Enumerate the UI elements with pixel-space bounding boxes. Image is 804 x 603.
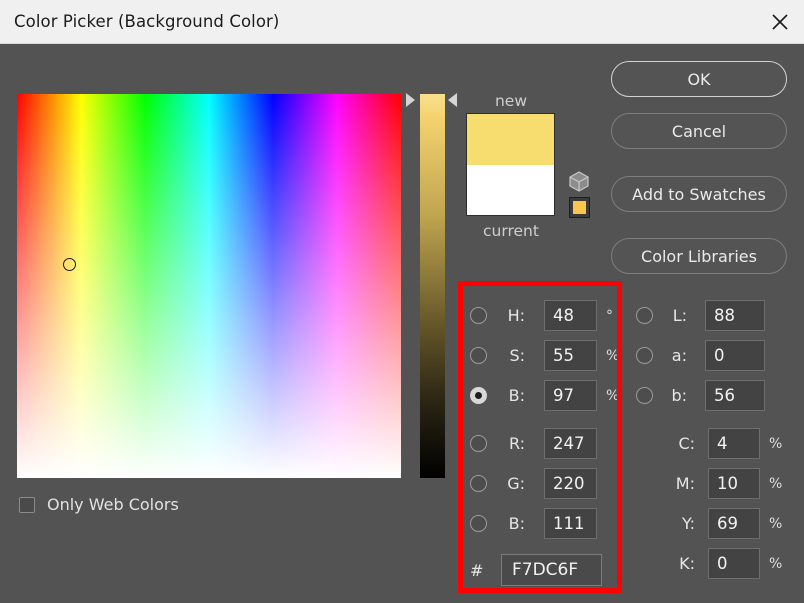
label-g: G: xyxy=(499,474,525,493)
add-to-swatches-button[interactable]: Add to Swatches xyxy=(611,176,787,212)
field-row-m: M: 10 % xyxy=(671,468,782,499)
radio-g[interactable] xyxy=(470,475,487,492)
title-bar: Color Picker (Background Color) xyxy=(0,0,804,44)
triangle-left-icon[interactable] xyxy=(448,93,457,107)
field-row-h: H: 48 ° xyxy=(470,300,613,331)
only-web-colors-checkbox[interactable]: Only Web Colors xyxy=(19,495,179,514)
websafe-color-swatch[interactable] xyxy=(569,197,590,218)
label-h: H: xyxy=(499,306,525,325)
field-row-k: K: 0 % xyxy=(671,548,782,579)
unit-k: % xyxy=(769,556,782,572)
color-picker-dialog: Color Picker (Background Color) new curr… xyxy=(0,0,804,603)
label-k: K: xyxy=(671,554,695,573)
label-b-blue: B: xyxy=(499,514,525,533)
label-r: R: xyxy=(499,434,525,453)
hex-hash-label: # xyxy=(470,561,484,580)
hex-input[interactable]: F7DC6F xyxy=(501,554,602,586)
field-row-y: Y: 69 % xyxy=(671,508,782,539)
label-b-brightness: B: xyxy=(499,386,525,405)
field-row-b-blue: B: 111 xyxy=(470,508,597,539)
input-h[interactable]: 48 xyxy=(544,300,597,331)
radio-l[interactable] xyxy=(636,307,653,324)
input-g[interactable]: 220 xyxy=(544,468,597,499)
field-row-a: a: 0 xyxy=(636,340,765,371)
new-color-swatch[interactable] xyxy=(467,114,554,165)
input-s[interactable]: 55 xyxy=(544,340,597,371)
label-y: Y: xyxy=(671,514,695,533)
input-r[interactable]: 247 xyxy=(544,428,597,459)
cube-icon[interactable] xyxy=(568,170,590,192)
unit-h: ° xyxy=(606,308,613,324)
unit-y: % xyxy=(769,516,782,532)
brightness-slider[interactable] xyxy=(420,94,445,478)
radio-b-brightness[interactable] xyxy=(470,387,487,404)
only-web-colors-label: Only Web Colors xyxy=(47,495,179,514)
input-m[interactable]: 10 xyxy=(708,468,760,499)
close-icon[interactable] xyxy=(756,0,804,43)
radio-a[interactable] xyxy=(636,347,653,364)
label-s: S: xyxy=(499,346,525,365)
window-title: Color Picker (Background Color) xyxy=(14,12,279,31)
radio-h[interactable] xyxy=(470,307,487,324)
field-row-l: L: 88 xyxy=(636,300,765,331)
input-y[interactable]: 69 xyxy=(708,508,760,539)
radio-r[interactable] xyxy=(470,435,487,452)
color-field-cursor[interactable] xyxy=(63,258,76,271)
label-a: a: xyxy=(665,346,687,365)
radio-b-lab[interactable] xyxy=(636,387,653,404)
color-libraries-button[interactable]: Color Libraries xyxy=(611,238,787,274)
input-c[interactable]: 4 xyxy=(708,428,760,459)
radio-s[interactable] xyxy=(470,347,487,364)
label-b-lab: b: xyxy=(665,386,687,405)
ok-button[interactable]: OK xyxy=(611,61,787,97)
input-a[interactable]: 0 xyxy=(705,340,765,371)
field-row-s: S: 55 % xyxy=(470,340,619,371)
label-m: M: xyxy=(671,474,695,493)
new-color-label: new xyxy=(466,92,556,110)
websafe-color-chip xyxy=(573,201,586,214)
color-preview xyxy=(466,113,555,216)
field-row-c: C: 4 % xyxy=(671,428,782,459)
field-row-r: R: 247 xyxy=(470,428,597,459)
unit-s: % xyxy=(606,348,619,364)
input-k[interactable]: 0 xyxy=(708,548,760,579)
color-field[interactable] xyxy=(17,94,401,478)
cancel-button[interactable]: Cancel xyxy=(611,113,787,149)
input-b-brightness[interactable]: 97 xyxy=(544,380,597,411)
triangle-right-icon[interactable] xyxy=(406,93,415,107)
input-b-blue[interactable]: 111 xyxy=(544,508,597,539)
label-c: C: xyxy=(671,434,695,453)
hex-row: # F7DC6F xyxy=(470,554,602,586)
field-row-b-brightness: B: 97 % xyxy=(470,380,619,411)
field-row-g: G: 220 xyxy=(470,468,597,499)
input-b-lab[interactable]: 56 xyxy=(705,380,765,411)
label-l: L: xyxy=(665,306,687,325)
input-l[interactable]: 88 xyxy=(705,300,765,331)
checkbox-box xyxy=(19,497,35,513)
field-row-b-lab: b: 56 xyxy=(636,380,765,411)
radio-b-blue[interactable] xyxy=(470,515,487,532)
unit-c: % xyxy=(769,436,782,452)
current-color-swatch[interactable] xyxy=(467,165,554,216)
unit-m: % xyxy=(769,476,782,492)
current-color-label: current xyxy=(466,222,556,240)
unit-b-brightness: % xyxy=(606,388,619,404)
